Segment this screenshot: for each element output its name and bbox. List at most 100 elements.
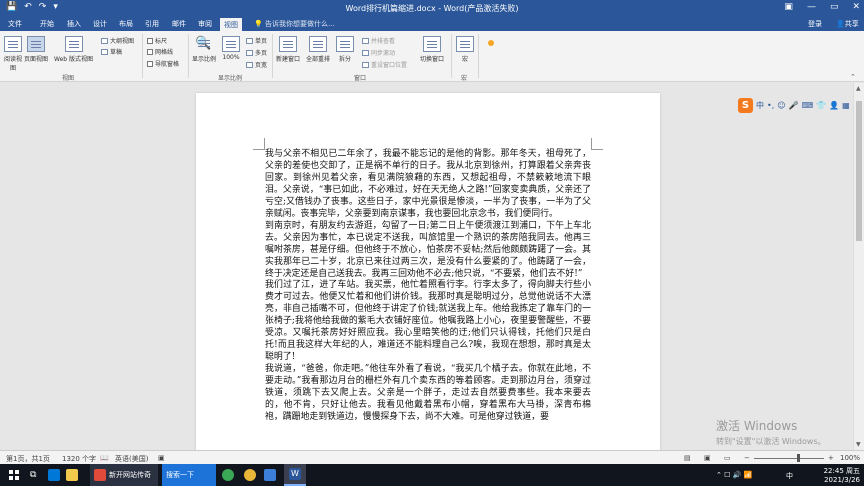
ime-mode[interactable]: 中: [756, 100, 764, 111]
taskbar-app-browser[interactable]: 新开网站传奇: [90, 464, 158, 486]
user-icon[interactable]: 👤: [829, 101, 839, 110]
tab-review[interactable]: 审阅: [198, 19, 212, 29]
split-icon: [336, 36, 354, 52]
signin-link[interactable]: 登录: [808, 19, 822, 29]
web-layout-button[interactable]: Web 版式视图: [54, 36, 93, 63]
print-layout-button[interactable]: 页面视图: [24, 36, 48, 63]
zoom-button[interactable]: 🔍 显示比例: [192, 36, 216, 63]
tray-ime[interactable]: 中: [786, 471, 793, 481]
tab-view[interactable]: 视图: [220, 18, 242, 31]
one-page-button[interactable]: 单页: [246, 36, 267, 45]
task-view-icon[interactable]: ⧉: [30, 464, 36, 486]
document-page[interactable]: 我与父亲不相见已二年余了，我最不能忘记的是他的背影。那年冬天，祖母死了，父亲的差…: [196, 93, 660, 450]
zoom-in-icon[interactable]: +: [828, 454, 834, 462]
multiple-pages-button[interactable]: 多页: [246, 48, 267, 57]
arrange-all-icon: [309, 36, 327, 52]
new-window-icon: [279, 36, 297, 52]
taskbar-app-green[interactable]: [222, 464, 234, 486]
keyboard-icon[interactable]: ⌨: [802, 101, 814, 110]
macros-group-label: 宏: [461, 75, 468, 82]
switch-windows-button[interactable]: 切换窗口: [420, 36, 444, 63]
paragraph: 到南京时，有朋友约去游逛，勾留了一日;第二日上午便须渡江到浦口，下午上车北去。父…: [265, 220, 591, 279]
voice-icon[interactable]: 🎤: [789, 101, 799, 110]
share-button[interactable]: 👤共享: [836, 19, 859, 29]
tab-mailings[interactable]: 邮件: [172, 19, 186, 29]
vertical-scrollbar[interactable]: ▲ ▼: [853, 83, 864, 450]
macros-button[interactable]: 宏: [456, 36, 474, 63]
file-explorer-icon[interactable]: [66, 464, 78, 486]
side-by-side-button[interactable]: 并排查看: [362, 36, 395, 45]
draft-button[interactable]: 草稿: [101, 47, 122, 56]
window-group-label: 窗口: [354, 75, 367, 82]
gridlines-checkbox[interactable]: 网格线: [147, 47, 173, 56]
taskbar-app-shield[interactable]: [264, 464, 276, 486]
tab-home[interactable]: 开始: [40, 19, 54, 29]
zoom-out-icon[interactable]: −: [744, 454, 750, 462]
sogou-logo-icon[interactable]: S: [738, 97, 753, 113]
reset-window-position-button[interactable]: 重设窗口位置: [362, 60, 407, 69]
sync-scroll-icon: [362, 49, 369, 56]
skin-icon[interactable]: 👕: [816, 101, 826, 110]
tab-layout[interactable]: 布局: [119, 19, 133, 29]
draft-icon: [101, 48, 108, 55]
zoom-slider-thumb[interactable]: [797, 454, 800, 462]
tab-references[interactable]: 引用: [145, 19, 159, 29]
print-layout-icon: [27, 36, 45, 52]
edge-icon[interactable]: [48, 464, 60, 486]
tell-me-search[interactable]: 💡 告诉我你想要做什么...: [254, 19, 335, 29]
windows-start-icon[interactable]: [9, 470, 19, 480]
collapse-ribbon-icon[interactable]: ⌃: [850, 73, 856, 81]
sync-scroll-button[interactable]: 同步滚动: [362, 48, 395, 57]
taskbar-search-box[interactable]: 搜索一下: [162, 464, 216, 486]
print-layout-status-icon[interactable]: ▣: [704, 454, 711, 462]
one-page-icon: [246, 37, 253, 44]
new-window-button[interactable]: 新建窗口: [276, 36, 300, 63]
taskbar-app-chrome[interactable]: [244, 464, 256, 486]
side-by-side-icon: [362, 37, 369, 44]
zoom-level[interactable]: 100%: [840, 454, 860, 462]
tray-icons[interactable]: ⌃ ☐ 🔊 📶: [716, 471, 752, 479]
toolbox-icon[interactable]: ▦: [842, 101, 850, 110]
tab-insert[interactable]: 插入: [67, 19, 81, 29]
reset-position-icon: [362, 61, 369, 68]
macros-icon: [456, 36, 474, 52]
minimize-button[interactable]: —: [807, 2, 816, 12]
outline-button[interactable]: 大纲视图: [101, 36, 134, 45]
group-divider: [451, 34, 452, 78]
taskbar-app-word[interactable]: W: [284, 464, 306, 486]
page-width-icon: [246, 61, 253, 68]
tab-file[interactable]: 文件: [8, 19, 22, 29]
restore-button[interactable]: ▭: [830, 2, 839, 12]
read-mode-button[interactable]: 阅读视图: [4, 36, 22, 72]
web-layout-status-icon[interactable]: ▭: [724, 454, 731, 462]
split-button[interactable]: 拆分: [336, 36, 354, 63]
arrange-all-button[interactable]: 全部重排: [306, 36, 330, 63]
emoji-icon[interactable]: ☺: [777, 101, 785, 110]
scroll-down-icon[interactable]: ▼: [856, 441, 861, 448]
read-mode-status-icon[interactable]: ▤: [684, 454, 691, 462]
zoom-100-button[interactable]: 100%: [222, 36, 240, 61]
close-button[interactable]: ✕: [852, 2, 860, 12]
document-body[interactable]: 我与父亲不相见已二年余了，我最不能忘记的是他的背影。那年冬天，祖母死了，父亲的差…: [265, 149, 591, 424]
page-width-button[interactable]: 页宽: [246, 60, 267, 69]
nav-pane-checkbox[interactable]: 导航窗格: [147, 59, 179, 68]
activation-watermark: 激活 Windows 转到"设置"以激活 Windows。: [716, 419, 826, 446]
macro-record-icon[interactable]: ▣: [158, 454, 165, 462]
ime-toolbar[interactable]: S 中 •, ☺ 🎤 ⌨ 👕 👤 ▦: [736, 97, 860, 113]
punctuation-icon[interactable]: •,: [767, 101, 774, 110]
language-indicator[interactable]: 英语(美国): [115, 454, 148, 464]
ruler-checkbox[interactable]: 标尺: [147, 36, 167, 45]
tab-design[interactable]: 设计: [93, 19, 107, 29]
ribbon-display-icon[interactable]: ▣: [784, 2, 793, 12]
page-count[interactable]: 第1页，共1页: [6, 454, 50, 464]
group-divider: [188, 34, 189, 78]
zoom-slider[interactable]: [754, 458, 824, 459]
web-layout-icon: [64, 36, 83, 52]
scroll-up-icon[interactable]: ▲: [856, 85, 861, 92]
group-divider: [272, 34, 273, 78]
tray-clock[interactable]: 22:45 周五 2021/3/26: [800, 466, 860, 484]
word-count[interactable]: 1320 个字: [62, 454, 96, 464]
ribbon: 阅读视图 页面视图 Web 版式视图 大纲视图 草稿 视图 标尺 网格线 导航窗…: [0, 31, 864, 82]
proofing-icon[interactable]: 📖: [100, 454, 109, 462]
scrollbar-thumb[interactable]: [856, 101, 862, 241]
